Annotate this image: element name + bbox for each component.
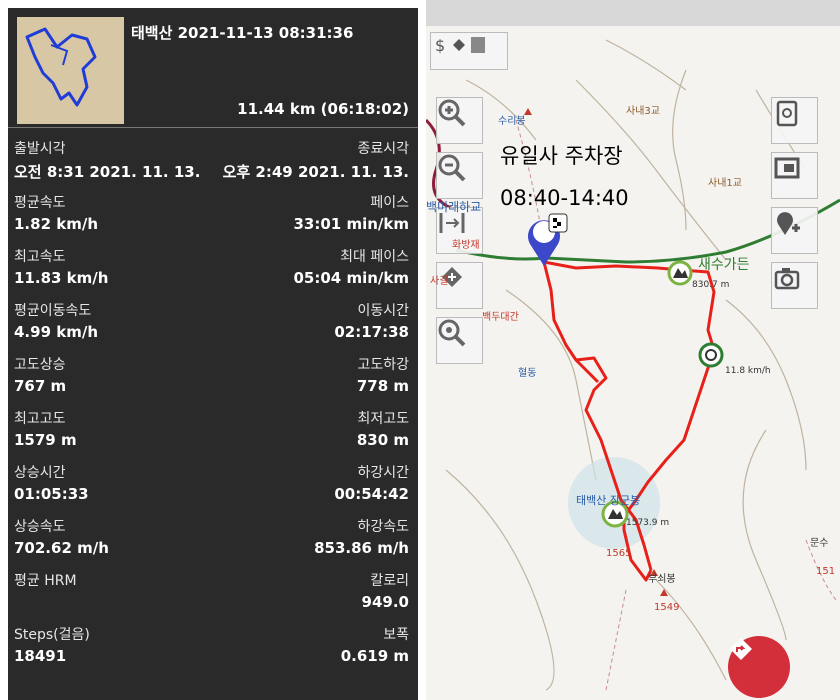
elevation-loss-label: 고도하강 <box>357 357 409 373</box>
avg-speed-label: 평균속도 <box>14 195 66 211</box>
ascent-time-value: 01:05:33 <box>14 485 89 503</box>
map-label-sanae1: 사내1교 <box>708 178 742 189</box>
descent-speed-label: 하강속도 <box>357 519 409 535</box>
map-view[interactable]: $ 수리봉 사내3교 사내1교 백미래하교 화방재 사길 백두대간 새수가든 혈… <box>426 0 840 700</box>
track-header: 태백산 2021-11-13 08:31:36 11.44 km (06:18:… <box>8 8 418 128</box>
map-label-suribong: 수리봉 <box>498 116 526 127</box>
photo-frame-icon <box>774 157 800 179</box>
navigate-fab[interactable] <box>728 636 790 698</box>
hike-time-annotation: 08:40-14:40 <box>500 186 629 210</box>
stride-label: 보폭 <box>383 627 409 643</box>
end-time-label: 종료시각 <box>357 141 409 157</box>
stat-row-max-speed-pace: 최고속도 최대 페이스 11.83 km/h 05:04 min/km <box>8 242 418 296</box>
search-location-icon <box>438 319 466 347</box>
descent-time-value: 00:54:42 <box>334 485 409 503</box>
header-divider <box>8 127 418 128</box>
camera-icon <box>774 268 800 290</box>
avg-hrm-label: 평균 HRM <box>14 573 77 589</box>
stat-row-moving: 평균이동속도 이동시간 4.99 km/h 02:17:38 <box>8 296 418 350</box>
pace-label: 페이스 <box>370 195 409 211</box>
max-altitude-label: 최고고도 <box>14 411 66 427</box>
panel-gap <box>418 0 426 700</box>
map-label-baekdu: 백두대간 <box>482 312 519 323</box>
avg-moving-speed-label: 평균이동속도 <box>14 303 92 319</box>
map-label-sagil: 사길 <box>430 276 449 287</box>
map-label-hyeoldong: 혈동 <box>518 368 537 379</box>
stats-list: 출발시각 종료시각 오전 8:31 2021. 11. 13. 오후 2:49 … <box>8 134 418 674</box>
summit-elevation-label: 1573.9 m <box>626 518 670 528</box>
stat-row-altitude: 최고고도 최저고도 1579 m 830 m <box>8 404 418 458</box>
ascent-speed-value: 702.62 m/h <box>14 539 109 557</box>
map-label-1549: 1549 <box>654 602 680 613</box>
track-details-panel: 태백산 2021-11-13 08:31:36 11.44 km (06:18:… <box>8 8 418 700</box>
stat-row-avg-speed-pace: 평균속도 페이스 1.82 km/h 33:01 min/km <box>8 188 418 242</box>
stat-row-climb-speed: 상승속도 하강속도 702.62 m/h 853.86 m/h <box>8 512 418 566</box>
stat-row-start-end-time: 출발시각 종료시각 오전 8:31 2021. 11. 13. 오후 2:49 … <box>8 134 418 188</box>
track-thumbnail[interactable] <box>17 17 124 124</box>
zoom-in-icon <box>438 99 466 127</box>
map-label-151: 151 <box>816 566 836 577</box>
map-label-hwabang: 화방재 <box>452 240 480 251</box>
start-time-value: 오전 8:31 2021. 11. 13. <box>14 163 201 181</box>
elevation-loss-value: 778 m <box>356 377 409 395</box>
min-altitude-value: 830 m <box>356 431 409 449</box>
stat-row-steps-stride: Steps(걸음) 보폭 18491 0.619 m <box>8 620 418 674</box>
stat-row-climb-time: 상승시간 하강시간 01:05:33 00:54:42 <box>8 458 418 512</box>
pace-value: 33:01 min/km <box>293 215 409 233</box>
map-label-baekmi: 백미래하교 <box>426 200 482 214</box>
track-distance-duration: 11.44 km (06:18:02) <box>237 100 409 118</box>
ascent-speed-label: 상승속도 <box>14 519 66 535</box>
trailhead-annotation: 유일사 주차장 <box>500 144 623 168</box>
max-pace-value: 05:04 min/km <box>293 269 409 287</box>
add-pin-button[interactable] <box>771 207 818 254</box>
add-pin-icon <box>777 212 800 235</box>
ascent-time-label: 상승시간 <box>14 465 66 481</box>
start-time-label: 출발시각 <box>14 141 66 157</box>
moving-time-value: 02:17:38 <box>334 323 409 341</box>
stride-value: 0.619 m <box>340 647 409 665</box>
map-label-bushoebong: 부쇠봉 <box>648 574 676 585</box>
map-label-sanae3: 사내3교 <box>626 106 660 117</box>
speed-marker-label: 11.8 km/h <box>725 366 771 376</box>
min-altitude-label: 최저고도 <box>357 411 409 427</box>
steps-label: Steps(걸음) <box>14 627 90 643</box>
avg-speed-value: 1.82 km/h <box>14 215 98 233</box>
max-speed-label: 최고속도 <box>14 249 66 265</box>
elevation-gain-value: 767 m <box>14 377 67 395</box>
map-label-1565: 1565 <box>606 548 632 559</box>
descent-speed-value: 853.86 m/h <box>314 539 409 557</box>
elevation-gain-label: 고도상승 <box>14 357 66 373</box>
track-title: 태백산 2021-11-13 08:31:36 <box>131 24 354 42</box>
zoom-in-button[interactable] <box>436 97 483 144</box>
end-time-value: 오후 2:49 2021. 11. 13. <box>222 163 409 181</box>
elevation-marker-label: 830.7 m <box>692 280 730 290</box>
camera-button[interactable] <box>771 262 818 309</box>
location-search-button[interactable] <box>436 317 483 364</box>
map-label-munsu: 문수 <box>810 538 829 549</box>
stat-row-elevation-change: 고도상승 고도하강 767 m 778 m <box>8 350 418 404</box>
calories-value: 949.0 <box>361 593 409 611</box>
clipboard-pin-icon <box>776 100 798 127</box>
map-label-saesu: 새수가든 <box>698 257 750 273</box>
zoom-out-icon <box>438 154 466 182</box>
avg-moving-speed-value: 4.99 km/h <box>14 323 98 341</box>
map-screenshot-button[interactable] <box>771 152 818 199</box>
moving-time-label: 이동시간 <box>357 303 409 319</box>
descent-time-label: 하강시간 <box>357 465 409 481</box>
max-pace-label: 최대 페이스 <box>340 249 409 265</box>
max-speed-value: 11.83 km/h <box>14 269 109 287</box>
calories-label: 칼로리 <box>370 573 409 589</box>
map-label-taebaek: 태백산 장군봉 <box>576 494 641 507</box>
steps-value: 18491 <box>14 647 67 665</box>
svg-text:$: $ <box>435 36 445 55</box>
directions-icon <box>730 638 752 660</box>
stat-row-hrm-calories: 평균 HRM 칼로리 949.0 <box>8 566 418 620</box>
clipboard-button[interactable] <box>771 97 818 144</box>
layers-toggle-button[interactable]: $ <box>430 32 508 70</box>
max-altitude-value: 1579 m <box>14 431 77 449</box>
zoom-out-button[interactable] <box>436 152 483 199</box>
